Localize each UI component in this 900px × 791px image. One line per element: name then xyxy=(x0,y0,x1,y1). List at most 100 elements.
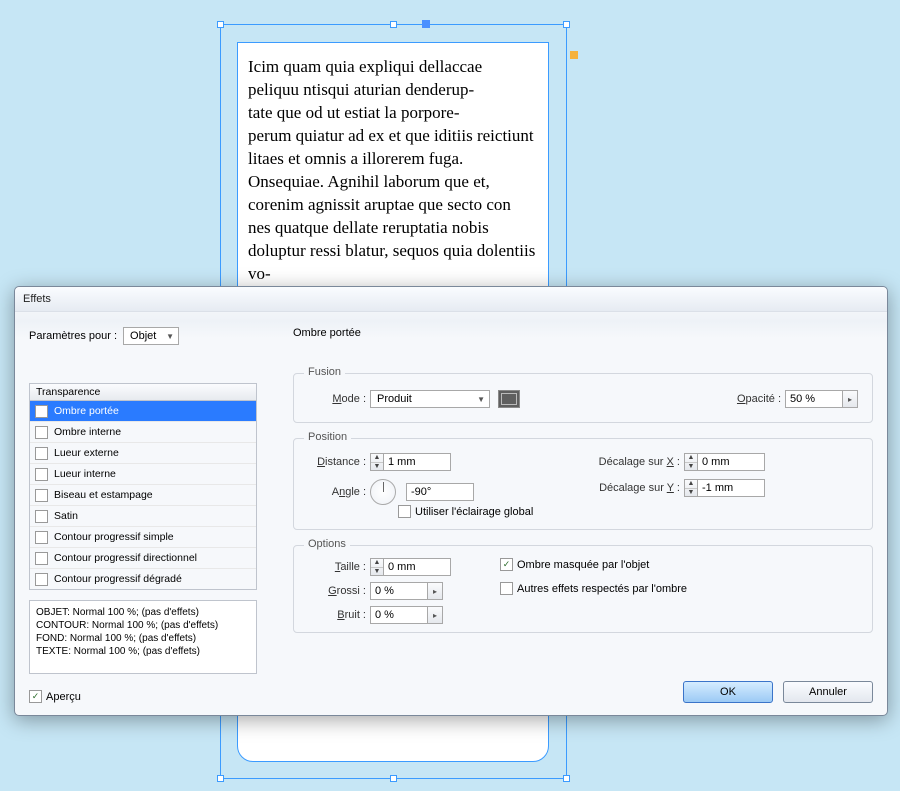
chevron-right-icon[interactable]: ▸ xyxy=(843,390,858,408)
effects-summary: OBJET: Normal 100 %; (pas d'effets) CONT… xyxy=(29,600,257,674)
effect-label: Lueur interne xyxy=(54,468,116,480)
effect-checkbox[interactable] xyxy=(35,426,48,439)
distance-label: Distance : xyxy=(304,456,366,468)
resize-handle[interactable] xyxy=(563,775,570,782)
target-select[interactable]: Objet ▼ xyxy=(123,327,179,345)
offset-x-field[interactable] xyxy=(697,453,765,471)
angle-input[interactable] xyxy=(406,483,474,501)
size-label: Taille : xyxy=(316,561,366,573)
noise-input[interactable]: ▸ xyxy=(370,606,443,624)
effect-checkbox[interactable] xyxy=(35,447,48,460)
effect-label: Satin xyxy=(54,510,78,522)
angle-field[interactable] xyxy=(406,483,474,501)
chevron-right-icon[interactable]: ▸ xyxy=(428,606,443,624)
effects-list[interactable]: Ombre portée Ombre interne Lueur externe… xyxy=(29,401,257,590)
opacity-field[interactable] xyxy=(785,390,843,408)
group-position: Position Distance : ▲▼ Angle : xyxy=(293,438,873,530)
effect-item-satin[interactable]: Satin xyxy=(30,506,256,527)
honors-checkbox[interactable] xyxy=(500,582,513,595)
effect-item-ombre-interne[interactable]: Ombre interne xyxy=(30,422,256,443)
step-down-icon[interactable]: ▼ xyxy=(371,567,383,576)
effect-label: Biseau et estampage xyxy=(54,489,153,501)
effect-checkbox[interactable] xyxy=(35,405,48,418)
knockout-checkbox[interactable]: ✓ xyxy=(500,558,513,571)
group-legend: Position xyxy=(304,431,351,443)
effect-item-biseau[interactable]: Biseau et estampage xyxy=(30,485,256,506)
resize-handle[interactable] xyxy=(563,21,570,28)
effect-checkbox[interactable] xyxy=(35,552,48,565)
step-up-icon[interactable]: ▲ xyxy=(685,480,697,488)
dialog-titlebar[interactable]: Effets xyxy=(15,287,887,312)
offset-x-input[interactable]: ▲▼ xyxy=(684,453,765,471)
distance-input[interactable]: ▲▼ xyxy=(370,453,451,471)
effect-label: Ombre interne xyxy=(54,426,121,438)
chevron-down-icon: ▼ xyxy=(166,332,174,341)
chevron-down-icon: ▼ xyxy=(477,395,485,404)
step-down-icon[interactable]: ▼ xyxy=(685,488,697,497)
cancel-button[interactable]: Annuler xyxy=(783,681,873,703)
effect-label: Contour progressif dégradé xyxy=(54,573,182,585)
step-up-icon[interactable]: ▲ xyxy=(371,454,383,462)
opacity-input[interactable]: ▸ xyxy=(785,390,858,408)
shadow-color-swatch[interactable] xyxy=(498,390,520,408)
thread-out-port-icon[interactable] xyxy=(570,51,578,59)
step-up-icon[interactable]: ▲ xyxy=(685,454,697,462)
effect-item-ombre-portee[interactable]: Ombre portée xyxy=(30,401,256,422)
effect-item-contour-directionnel[interactable]: Contour progressif directionnel xyxy=(30,548,256,569)
effect-item-contour-simple[interactable]: Contour progressif simple xyxy=(30,527,256,548)
effect-checkbox[interactable] xyxy=(35,531,48,544)
opacity-label: Opacité : xyxy=(737,393,781,405)
global-light-checkbox[interactable] xyxy=(398,505,411,518)
ok-button-label: OK xyxy=(720,686,736,698)
effect-label: Contour progressif directionnel xyxy=(54,552,197,564)
spread-input[interactable]: ▸ xyxy=(370,582,443,600)
effect-label: Ombre portée xyxy=(54,405,119,417)
size-field[interactable] xyxy=(383,558,451,576)
chevron-right-icon[interactable]: ▸ xyxy=(428,582,443,600)
mode-label: Mode : xyxy=(316,393,366,405)
step-up-icon[interactable]: ▲ xyxy=(371,559,383,567)
noise-field[interactable] xyxy=(370,606,428,624)
knockout-label: Ombre masquée par l'objet xyxy=(517,559,649,571)
summary-line: OBJET: Normal 100 %; (pas d'effets) xyxy=(36,606,250,619)
preview-checkbox[interactable]: ✓ xyxy=(29,690,42,703)
effect-item-lueur-externe[interactable]: Lueur externe xyxy=(30,443,256,464)
summary-line: FOND: Normal 100 %; (pas d'effets) xyxy=(36,632,250,645)
effects-dialog: Effets Paramètres pour : Objet ▼ Ombre p… xyxy=(14,286,888,716)
noise-label: Bruit : xyxy=(316,609,366,621)
resize-handle[interactable] xyxy=(217,21,224,28)
params-row: Paramètres pour : Objet ▼ xyxy=(29,327,873,345)
dialog-title: Effets xyxy=(23,293,51,305)
resize-handle[interactable] xyxy=(390,21,397,28)
ok-button[interactable]: OK xyxy=(683,681,773,703)
blend-mode-value: Produit xyxy=(377,393,412,405)
preview-label: Aperçu xyxy=(46,691,81,703)
global-light-label: Utiliser l'éclairage global xyxy=(415,506,533,518)
size-input[interactable]: ▲▼ xyxy=(370,558,451,576)
effect-checkbox[interactable] xyxy=(35,573,48,586)
summary-line: CONTOUR: Normal 100 %; (pas d'effets) xyxy=(36,619,250,632)
blend-mode-select[interactable]: Produit ▼ xyxy=(370,390,490,408)
angle-label: Angle : xyxy=(304,486,366,498)
effect-item-contour-degrade[interactable]: Contour progressif dégradé xyxy=(30,569,256,589)
angle-wheel[interactable] xyxy=(370,479,396,505)
offset-x-label: Décalage sur X : xyxy=(584,456,680,468)
effect-checkbox[interactable] xyxy=(35,510,48,523)
params-label: Paramètres pour : xyxy=(29,330,117,342)
step-down-icon[interactable]: ▼ xyxy=(685,462,697,471)
thread-in-port-icon[interactable] xyxy=(422,20,430,28)
resize-handle[interactable] xyxy=(217,775,224,782)
offset-y-input[interactable]: ▲▼ xyxy=(684,479,765,497)
effect-checkbox[interactable] xyxy=(35,468,48,481)
resize-handle[interactable] xyxy=(390,775,397,782)
effect-label: Lueur externe xyxy=(54,447,119,459)
effects-list-panel: Transparence Ombre portée Ombre interne … xyxy=(29,383,257,674)
effect-checkbox[interactable] xyxy=(35,489,48,502)
effect-item-lueur-interne[interactable]: Lueur interne xyxy=(30,464,256,485)
offset-y-field[interactable] xyxy=(697,479,765,497)
distance-field[interactable] xyxy=(383,453,451,471)
group-legend: Fusion xyxy=(304,366,345,378)
effects-list-header: Transparence xyxy=(29,383,257,401)
step-down-icon[interactable]: ▼ xyxy=(371,462,383,471)
spread-field[interactable] xyxy=(370,582,428,600)
